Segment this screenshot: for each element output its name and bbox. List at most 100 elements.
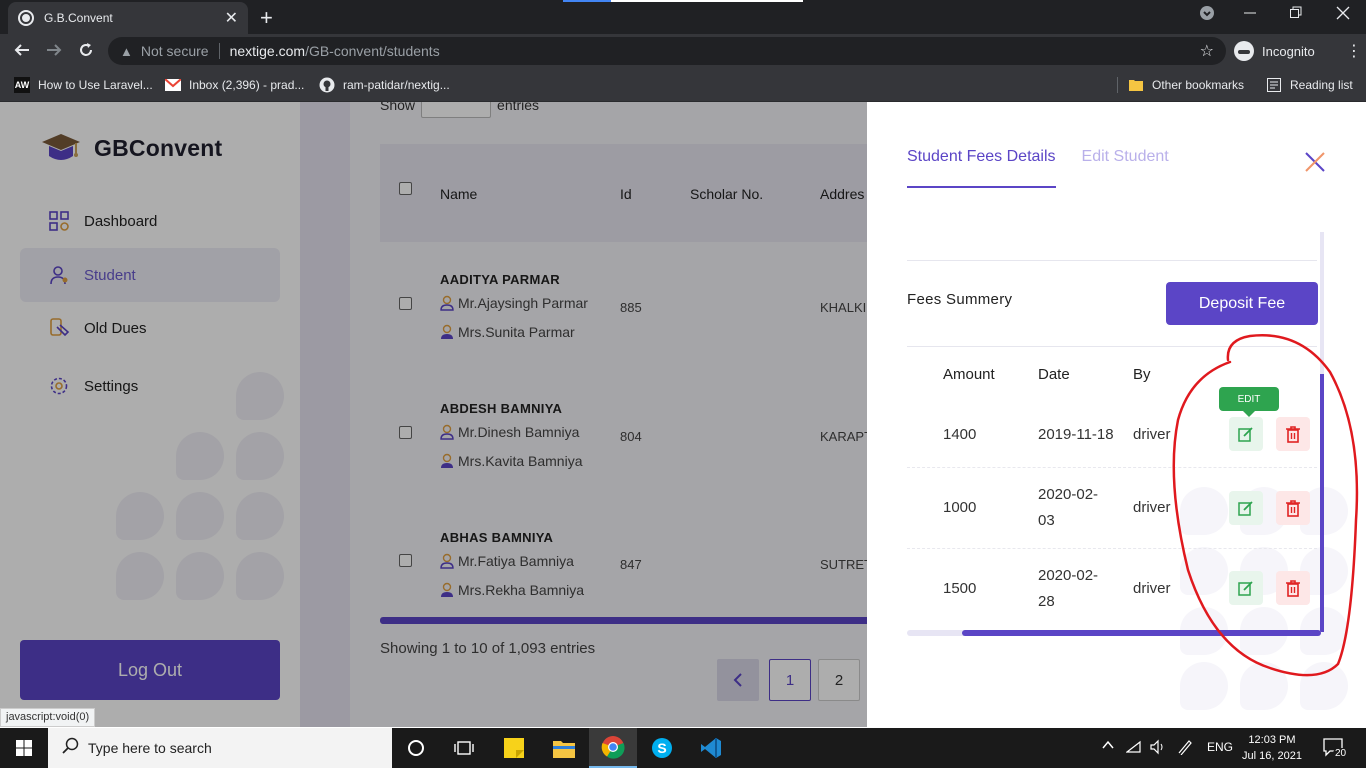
browser-tab-strip: G.B.Convent ✕ + [0, 0, 1366, 34]
svg-text:S: S [657, 740, 666, 756]
pen-icon[interactable] [1177, 739, 1193, 758]
scrollbar-thumb[interactable] [962, 630, 1321, 636]
scrollbar-thumb[interactable] [1320, 374, 1324, 632]
drawer-vertical-scrollbar[interactable] [1320, 232, 1324, 632]
start-button[interactable] [0, 728, 48, 768]
aw-icon: AW [14, 77, 30, 93]
drawer-tabs: Student Fees Details Edit Student [907, 148, 1195, 188]
search-icon [62, 737, 80, 760]
bookmark-item[interactable]: AW How to Use Laravel... [14, 77, 153, 93]
fee-by: driver [1133, 580, 1171, 597]
skype-icon[interactable]: S [638, 728, 686, 768]
bookmark-label: Other bookmarks [1152, 78, 1245, 92]
gmail-icon [165, 77, 181, 93]
folder-icon [1128, 77, 1144, 93]
file-explorer-icon[interactable] [540, 728, 588, 768]
modal-backdrop[interactable] [350, 102, 870, 727]
sticky-notes-icon[interactable] [490, 728, 538, 768]
wifi-icon[interactable] [1125, 740, 1142, 757]
fee-amount: 1000 [943, 499, 977, 516]
clock-time: 12:03 PM [1248, 734, 1296, 746]
fee-date-continued: 03 [1038, 512, 1055, 529]
volume-icon[interactable] [1150, 739, 1166, 758]
edit-tooltip: EDIT [1219, 387, 1279, 417]
fee-amount: 1500 [943, 580, 977, 597]
trash-icon [1286, 500, 1300, 517]
edit-fee-button[interactable] [1229, 491, 1263, 525]
language-indicator[interactable]: ENG [1207, 740, 1233, 754]
windows-taskbar: Type here to search S ENG 12:03 PM Jul 1… [0, 728, 1366, 768]
close-icon[interactable] [1303, 150, 1327, 174]
edit-fee-button[interactable] [1229, 417, 1263, 451]
taskbar-search-box[interactable]: Type here to search [48, 728, 392, 768]
delete-fee-button[interactable] [1276, 491, 1310, 525]
url-host: nextige.com [229, 43, 306, 59]
column-header-date: Date [1038, 366, 1070, 383]
delete-fee-button[interactable] [1276, 571, 1310, 605]
tab-title: G.B.Convent [44, 11, 113, 25]
column-header-amount: Amount [943, 366, 995, 383]
trash-icon [1286, 426, 1300, 443]
deposit-fee-button[interactable]: Deposit Fee [1166, 282, 1318, 325]
bookmarks-bar: AW How to Use Laravel... Inbox (2,396) -… [0, 68, 1366, 102]
edit-fee-button[interactable] [1229, 571, 1263, 605]
bookmark-item[interactable]: Inbox (2,396) - prad... [165, 77, 304, 93]
student-drawer: Student Fees Details Edit Student Fees S… [867, 102, 1366, 727]
browser-tab[interactable]: G.B.Convent ✕ [8, 2, 248, 34]
omnibox-divider [218, 43, 220, 59]
close-window-icon[interactable] [1336, 5, 1350, 26]
divider [907, 346, 1317, 347]
forward-arrow-icon[interactable] [44, 41, 64, 64]
bookmark-item[interactable]: ram-patidar/nextig... [319, 77, 450, 93]
loading-indicator [563, 0, 803, 2]
tab-search-icon[interactable] [1199, 5, 1215, 26]
bookmarks-divider [1117, 77, 1118, 93]
back-arrow-icon[interactable] [12, 41, 32, 64]
web-page: GBConvent Dashboard Student Old Dues Set… [0, 102, 1366, 727]
address-bar[interactable]: ▲ Not secure nextige.com /GB-convent/stu… [108, 37, 1226, 65]
new-tab-button[interactable]: + [260, 5, 273, 31]
vscode-icon[interactable] [687, 728, 735, 768]
fee-by: driver [1133, 426, 1171, 443]
tab-edit-student[interactable]: Edit Student [1082, 148, 1169, 188]
bookmark-folder[interactable]: Other bookmarks [1128, 77, 1244, 93]
fee-date: 2020-02- [1038, 567, 1099, 584]
clock[interactable]: 12:03 PM Jul 16, 2021 [1242, 732, 1302, 764]
cortana-icon[interactable] [392, 728, 440, 768]
fees-horizontal-scrollbar[interactable] [907, 630, 1321, 636]
site-favicon-icon [18, 10, 34, 26]
bookmark-label: Reading list [1290, 78, 1353, 92]
edit-icon [1238, 501, 1253, 516]
bookmark-label: How to Use Laravel... [38, 78, 153, 92]
clock-date: Jul 16, 2021 [1242, 750, 1302, 762]
row-divider [907, 548, 1317, 549]
windows-logo-icon [16, 740, 32, 756]
modal-backdrop[interactable] [0, 102, 350, 727]
minimize-icon[interactable] [1244, 5, 1256, 26]
github-icon [319, 77, 335, 93]
fee-date: 2020-02- [1038, 486, 1099, 503]
show-hidden-icons[interactable] [1101, 738, 1115, 755]
tab-student-fees-details[interactable]: Student Fees Details [907, 148, 1056, 188]
browser-toolbar: ▲ Not secure nextige.com /GB-convent/stu… [0, 34, 1366, 68]
chrome-icon[interactable] [589, 728, 637, 768]
warning-icon[interactable]: ▲ [120, 44, 133, 59]
edit-icon [1238, 581, 1253, 596]
notification-count: 20 [1333, 748, 1349, 759]
reading-list-button[interactable]: Reading list [1266, 77, 1353, 93]
bookmark-label: ram-patidar/nextig... [343, 78, 450, 92]
trash-icon [1286, 580, 1300, 597]
edit-icon [1238, 427, 1253, 442]
restore-icon[interactable] [1290, 5, 1302, 26]
task-view-icon[interactable] [440, 728, 488, 768]
security-label[interactable]: Not secure [141, 43, 209, 59]
bookmark-star-icon[interactable]: ☆ [1200, 41, 1214, 61]
incognito-indicator[interactable]: Incognito [1234, 39, 1315, 63]
delete-fee-button[interactable] [1276, 417, 1310, 451]
tab-close-icon[interactable]: ✕ [225, 8, 238, 28]
browser-menu-icon[interactable]: ⋮ [1346, 41, 1362, 61]
reload-icon[interactable] [76, 41, 96, 64]
fee-amount: 1400 [943, 426, 977, 443]
search-placeholder: Type here to search [88, 740, 212, 756]
row-divider [907, 467, 1317, 468]
